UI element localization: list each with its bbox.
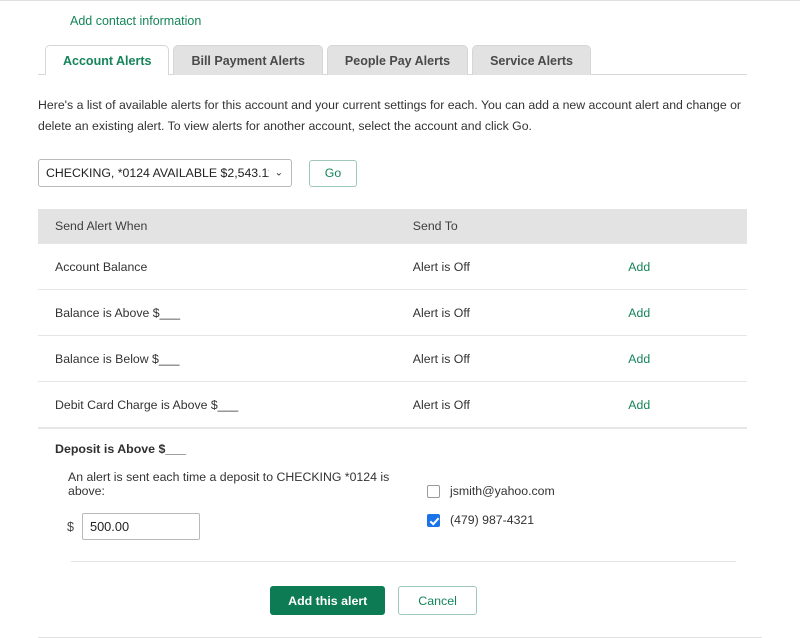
alert-status: Alert is Off [412,381,629,428]
alert-status: Alert is Off [412,243,629,290]
alert-condition: Balance is Above $___ [38,289,413,336]
expanded-left-column: An alert is sent each time a deposit to … [55,470,427,542]
table-row: Debit Card Charge is Above $___ Alert is… [38,381,747,428]
intro-paragraph: Here's a list of available alerts for th… [38,98,742,133]
form-divider [71,561,736,562]
main-content: Here's a list of available alerts for th… [0,95,800,615]
tab-label: Service Alerts [490,54,573,68]
amount-input[interactable] [81,513,200,540]
alert-condition: Balance is Below $___ [38,335,413,382]
add-alert-link[interactable]: Add [628,398,650,412]
tab-bar: Account Alerts Bill Payment Alerts Peopl… [0,45,800,76]
tab-people-pay-alerts[interactable]: People Pay Alerts [326,45,469,75]
recipient-row-phone: (479) 987-4321 [427,513,555,527]
go-button[interactable]: Go [309,159,357,187]
account-select[interactable]: CHECKING, *0124 AVAILABLE $2,543.11 [38,159,292,187]
header-send-alert-when: Send Alert When [38,209,413,244]
add-alert-link[interactable]: Add [628,260,650,274]
cancel-button[interactable]: Cancel [398,586,477,615]
expanded-alert-row: Deposit is Above $___ An alert is sent e… [38,428,747,542]
expanded-alert-body: An alert is sent each time a deposit to … [55,470,747,542]
top-link-row: Add contact information [0,1,800,30]
table-row: Balance is Above $___ Alert is Off Add [38,289,747,336]
table-row: Account Balance Alert is Off Add [38,243,747,290]
add-this-alert-button[interactable]: Add this alert [270,586,386,615]
recipients-column: jsmith@yahoo.com (479) 987-4321 [427,470,555,542]
recipient-phone-label: (479) 987-4321 [450,513,535,527]
recipient-email-label: jsmith@yahoo.com [450,484,555,498]
alert-status: Alert is Off [412,335,629,382]
tab-label: Account Alerts [63,54,152,68]
add-alert-link[interactable]: Add [628,352,650,366]
add-alert-link[interactable]: Add [628,306,650,320]
tab-label: Bill Payment Alerts [191,54,305,68]
action-button-row: Add this alert Cancel [38,586,747,615]
amount-row: $ [55,513,427,540]
expanded-alert-description: An alert is sent each time a deposit to … [68,470,390,498]
tab-service-alerts[interactable]: Service Alerts [472,45,591,75]
alerts-table: Send Alert When Send To Account Balance … [38,209,747,428]
tab-account-alerts[interactable]: Account Alerts [45,45,170,76]
expanded-alert-title: Deposit is Above $___ [55,442,187,456]
table-row: Balance is Below $___ Alert is Off Add [38,335,747,382]
phone-checkbox[interactable] [427,513,440,527]
alert-condition: Account Balance [38,243,413,290]
account-select-wrap: CHECKING, *0124 AVAILABLE $2,543.11 ⌄ [38,159,292,187]
recipient-row-email: jsmith@yahoo.com [427,484,555,498]
header-send-to: Send To [412,209,629,244]
header-action [628,209,747,244]
tab-label: People Pay Alerts [344,54,451,68]
add-contact-information-link[interactable]: Add contact information [70,14,201,28]
alert-condition: Debit Card Charge is Above $___ [38,381,413,428]
table-header-row: Send Alert When Send To [38,209,747,244]
account-selector-row: CHECKING, *0124 AVAILABLE $2,543.11 ⌄ Go [38,159,747,187]
alert-status: Alert is Off [412,289,629,336]
alerts-page: Add contact information Account Alerts B… [0,0,800,638]
email-checkbox[interactable] [427,484,440,498]
currency-symbol: $ [67,519,74,534]
tab-bill-payment-alerts[interactable]: Bill Payment Alerts [173,45,323,75]
